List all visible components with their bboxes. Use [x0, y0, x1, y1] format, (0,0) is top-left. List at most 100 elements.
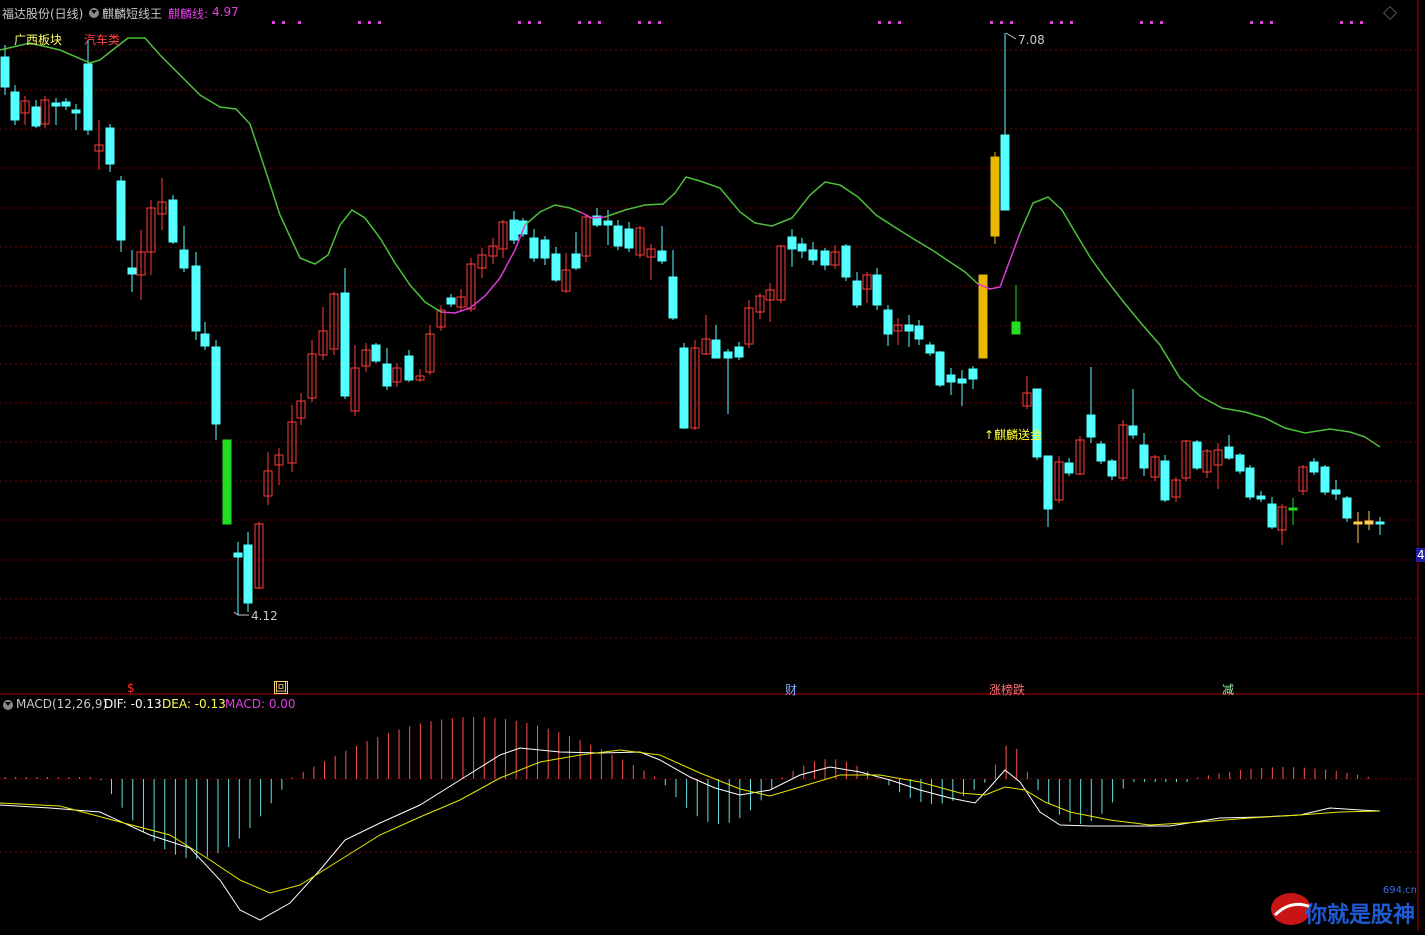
- candle: [946, 368, 956, 395]
- candle: [571, 232, 581, 270]
- candle-body: [1235, 454, 1245, 472]
- candle: [990, 152, 1000, 244]
- signal-dot: [878, 21, 881, 24]
- candle: [830, 245, 840, 269]
- candle: [371, 343, 381, 363]
- candle: [883, 305, 893, 346]
- candle: [1075, 436, 1085, 475]
- candle: [862, 272, 872, 303]
- candle: [404, 350, 414, 382]
- signal-dot: [528, 21, 531, 24]
- candle: [477, 248, 487, 278]
- candle: [1043, 455, 1053, 527]
- candle: [71, 104, 81, 130]
- signal-dot: [1270, 21, 1273, 24]
- candle: [168, 195, 178, 244]
- indicator-title[interactable]: 麒麟短线王: [102, 5, 162, 22]
- candle-body: [787, 236, 797, 250]
- macd-title[interactable]: MACD(12,26,9): [16, 697, 107, 711]
- industry-label: 汽车类: [84, 33, 121, 47]
- high-price-label: 7.08: [1018, 33, 1045, 47]
- signal-dot: [1000, 21, 1003, 24]
- candle-body: [116, 180, 126, 241]
- candle-body: [10, 91, 20, 121]
- kline-chart: [0, 0, 1425, 931]
- candle-body: [1128, 425, 1138, 436]
- candle-body: [243, 544, 253, 604]
- qilin-line-green: [1019, 196, 1381, 448]
- candle-body: [668, 276, 678, 319]
- candle-body: [1096, 443, 1106, 462]
- candle: [1353, 512, 1363, 543]
- candle-body: [31, 106, 41, 127]
- candle: [222, 439, 232, 525]
- event-marker-finance[interactable]: 财: [785, 681, 797, 698]
- signal-dot: [1160, 21, 1163, 24]
- signal-dot: [1050, 21, 1053, 24]
- candle-body: [0, 56, 10, 88]
- candle: [1022, 376, 1032, 409]
- candle: [509, 211, 519, 244]
- candle: [436, 305, 446, 331]
- candle: [1288, 498, 1298, 525]
- candle: [211, 340, 221, 440]
- candle: [776, 245, 786, 303]
- candle: [1192, 440, 1202, 470]
- candle: [820, 248, 830, 270]
- candle: [1118, 420, 1128, 481]
- candle-body: [914, 325, 924, 340]
- candle: [701, 315, 711, 355]
- candle: [40, 96, 50, 128]
- candle-body: [657, 250, 667, 262]
- candle: [361, 343, 371, 372]
- candle: [415, 369, 425, 382]
- candle: [191, 252, 201, 340]
- signal-dot: [298, 21, 301, 24]
- candle: [1298, 465, 1308, 495]
- candle: [456, 289, 466, 312]
- candle-body: [841, 245, 851, 278]
- candle-body: [446, 297, 456, 305]
- candle-body: [1086, 414, 1096, 438]
- candle-body: [61, 101, 71, 107]
- signal-dot: [1060, 21, 1063, 24]
- candle: [51, 98, 61, 125]
- signal-dot: [888, 21, 891, 24]
- sector-label: 广西板块: [14, 33, 63, 47]
- candlestick-series[interactable]: [0, 32, 1385, 616]
- event-marker-dollar[interactable]: $: [127, 681, 135, 695]
- event-marker-rank[interactable]: 涨榜跌: [989, 681, 1025, 698]
- candle: [668, 250, 678, 320]
- signal-dot: [658, 21, 661, 24]
- candle: [1320, 465, 1330, 495]
- macd-collapse-icon[interactable]: [3, 700, 13, 710]
- candle: [935, 351, 945, 387]
- candle-body: [1364, 520, 1374, 525]
- candle: [744, 300, 754, 348]
- candle: [254, 522, 264, 589]
- candle: [287, 405, 297, 472]
- candle-body: [233, 552, 243, 558]
- candle: [488, 238, 498, 264]
- event-marker-return[interactable]: 回: [274, 681, 289, 694]
- candle-body: [211, 346, 221, 425]
- candle: [446, 294, 456, 307]
- candle: [787, 229, 797, 267]
- candle-body: [222, 439, 232, 525]
- candle: [679, 343, 689, 429]
- candle-body: [571, 253, 581, 269]
- candle: [690, 340, 700, 430]
- candle-body: [935, 351, 945, 386]
- candle: [83, 40, 93, 135]
- candle: [382, 348, 392, 390]
- signal-dot: [368, 21, 371, 24]
- event-marker-reduce[interactable]: 减: [1222, 681, 1234, 698]
- candle: [657, 226, 667, 264]
- candle-body: [200, 333, 210, 347]
- candle: [1202, 449, 1212, 478]
- collapse-icon[interactable]: [89, 8, 99, 18]
- candle: [127, 250, 137, 292]
- candle: [1107, 459, 1117, 480]
- candle-body: [529, 237, 539, 259]
- qilin-line-green: [0, 37, 442, 313]
